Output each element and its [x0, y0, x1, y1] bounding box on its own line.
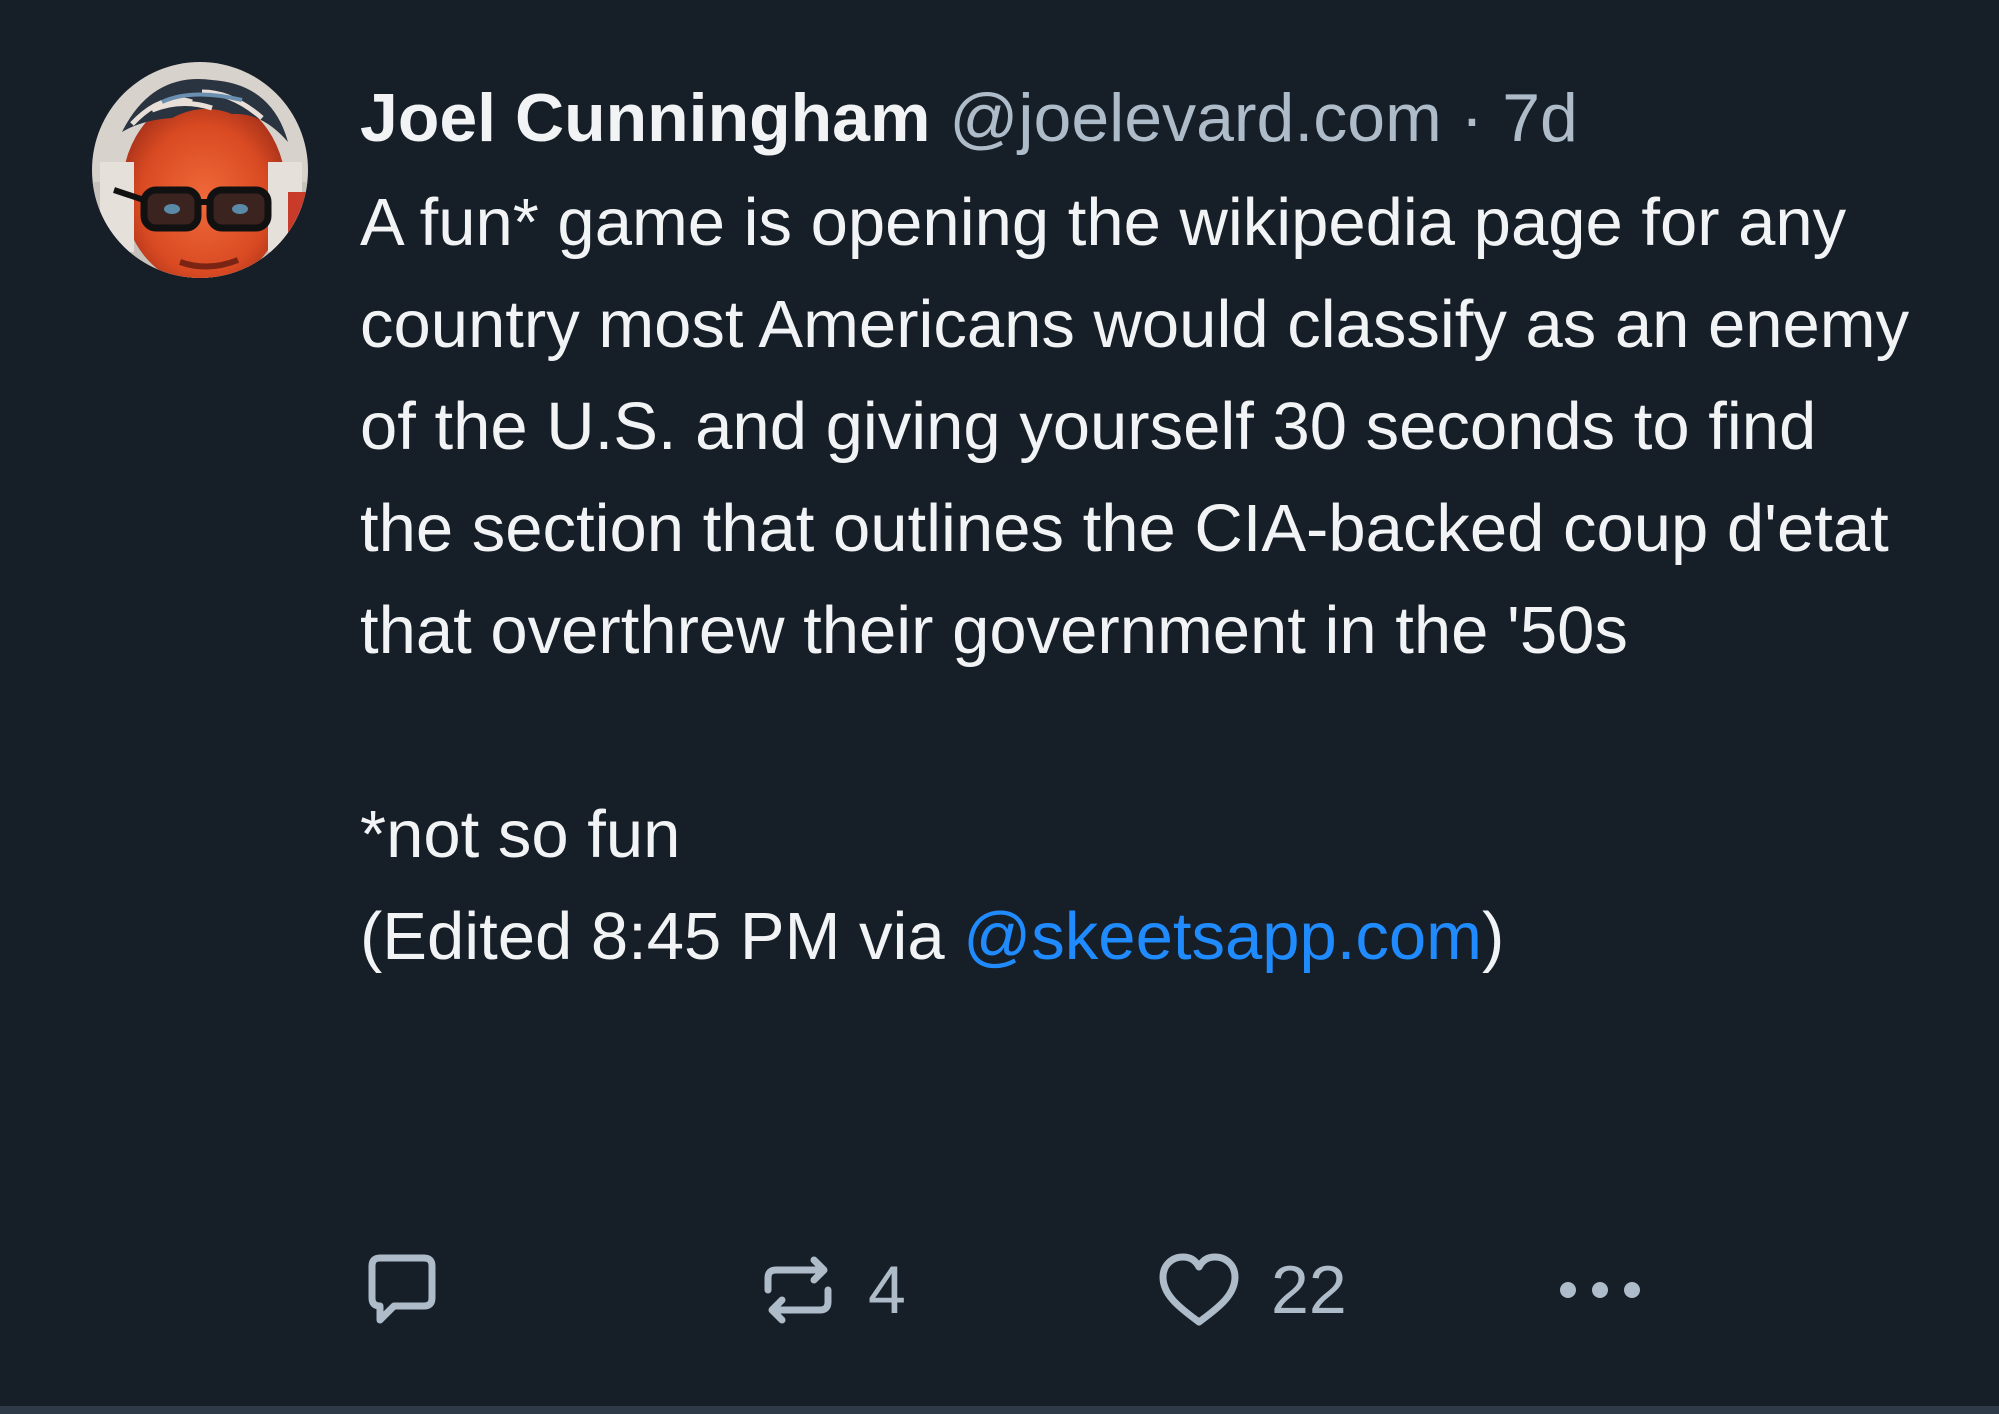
ellipsis-icon — [1560, 1282, 1640, 1298]
post-text: A fun* game is opening the wikipedia pag… — [360, 172, 1920, 988]
edited-via-link[interactable]: @skeetsapp.com — [963, 899, 1482, 974]
header-separator: · — [1460, 80, 1484, 156]
reply-button[interactable] — [360, 1248, 440, 1332]
post-divider — [0, 1406, 1999, 1414]
like-button[interactable]: 22 — [1157, 1248, 1347, 1332]
heart-icon — [1159, 1253, 1239, 1326]
post-card[interactable]: Joel Cunningham @joelevard.com · 7d A fu… — [0, 0, 1999, 1406]
avatar-image — [92, 62, 308, 278]
author-handle[interactable]: @joelevard.com — [949, 80, 1441, 156]
like-count: 22 — [1271, 1252, 1347, 1328]
more-options-button[interactable] — [1552, 1248, 1648, 1332]
repost-icon — [764, 1256, 832, 1324]
edited-note: (Edited 8:45 PM via @skeetsapp.com) — [360, 886, 1920, 988]
post-content: Joel Cunningham @joelevard.com · 7d A fu… — [360, 78, 1920, 988]
post-actions: 4 22 — [360, 1248, 1660, 1332]
avatar[interactable] — [92, 62, 308, 278]
post-timestamp[interactable]: 7d — [1502, 80, 1578, 156]
author-display-name[interactable]: Joel Cunningham — [360, 80, 930, 156]
edited-prefix: (Edited 8:45 PM via — [360, 899, 964, 974]
repost-button[interactable]: 4 — [758, 1248, 906, 1332]
repost-count: 4 — [868, 1252, 906, 1328]
post-text-paragraph: *not so fun — [360, 797, 681, 872]
post-text-paragraph: A fun* game is opening the wikipedia pag… — [360, 185, 1910, 668]
reply-bubble-icon — [368, 1254, 436, 1324]
edited-suffix: ) — [1481, 899, 1505, 974]
post-header: Joel Cunningham @joelevard.com · 7d — [360, 78, 1920, 158]
